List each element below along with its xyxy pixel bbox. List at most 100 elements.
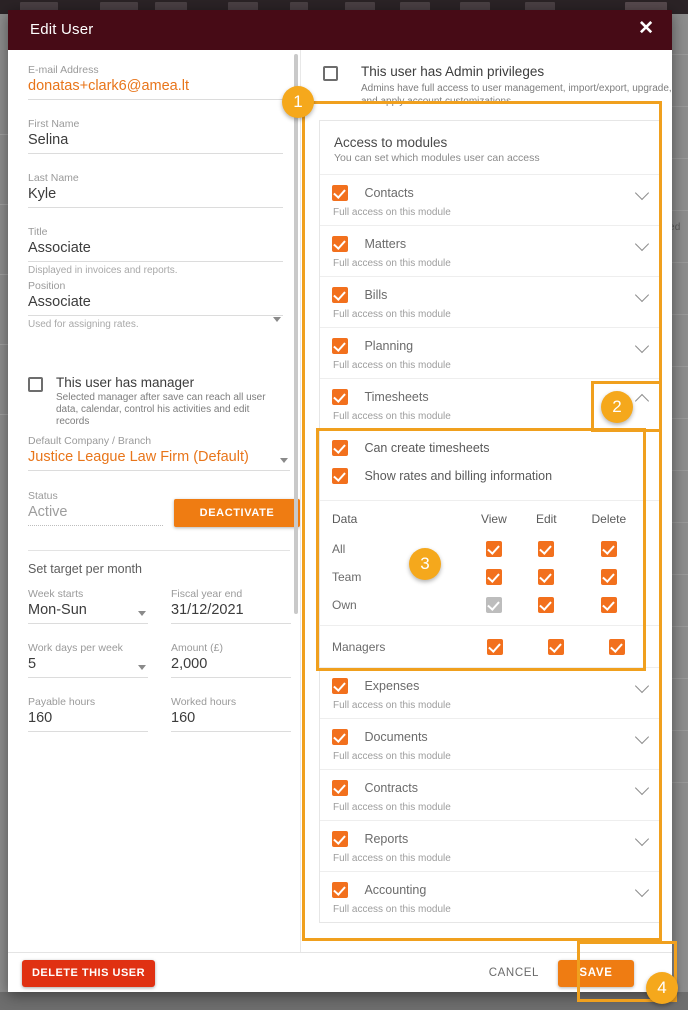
timesheets-option-row[interactable]: Show rates and billing information bbox=[320, 460, 660, 493]
option-label: Can create timesheets bbox=[364, 440, 490, 455]
view-cell bbox=[465, 591, 523, 619]
module-row[interactable]: Planning Full access on this module bbox=[320, 327, 660, 378]
module-checkbox[interactable] bbox=[332, 830, 348, 847]
edit-checkbox[interactable] bbox=[538, 540, 555, 557]
modules-header: Access to modules You can set which modu… bbox=[320, 121, 660, 174]
cancel-button[interactable]: CANCEL bbox=[489, 967, 539, 979]
view-checkbox[interactable] bbox=[485, 540, 502, 557]
timesheets-option-row[interactable]: Can create timesheets bbox=[320, 429, 660, 460]
delete-checkbox[interactable] bbox=[600, 596, 617, 613]
work-days-select[interactable]: Work days per week 5 bbox=[28, 642, 148, 678]
view-checkbox[interactable] bbox=[485, 568, 502, 585]
email-field[interactable]: E-mail Address donatas+clark6@amea.lt bbox=[28, 64, 283, 100]
view-cell[interactable] bbox=[465, 563, 523, 591]
chevron-down-icon[interactable] bbox=[634, 780, 650, 796]
module-checkbox[interactable] bbox=[332, 728, 348, 745]
annotation-badge-1: 1 bbox=[282, 86, 314, 118]
module-checkbox[interactable] bbox=[332, 779, 348, 796]
payable-hours-value: 160 bbox=[28, 710, 53, 726]
edit-checkbox[interactable] bbox=[538, 568, 555, 585]
admin-privileges-checkbox[interactable] bbox=[323, 66, 338, 81]
row-label: All bbox=[332, 542, 346, 556]
option-checkbox[interactable] bbox=[332, 439, 348, 456]
module-access-text: Full access on this module bbox=[333, 853, 451, 864]
module-row[interactable]: Accounting Full access on this module bbox=[320, 871, 660, 922]
annotation-badge-3: 3 bbox=[409, 548, 441, 580]
position-value: Associate bbox=[28, 294, 91, 310]
last-name-field[interactable]: Last Name Kyle bbox=[28, 172, 283, 208]
chevron-down-icon[interactable] bbox=[634, 831, 650, 847]
last-name-label: Last Name bbox=[28, 172, 79, 184]
manager-checkbox-row[interactable]: This user has manager Selected manager a… bbox=[28, 375, 283, 428]
chevron-down-icon[interactable] bbox=[634, 729, 650, 745]
chevron-down-icon[interactable] bbox=[634, 185, 650, 201]
delete-checkbox[interactable] bbox=[600, 540, 617, 557]
module-row[interactable]: Documents Full access on this module bbox=[320, 718, 660, 769]
view-cell[interactable] bbox=[465, 535, 523, 563]
module-row[interactable]: Contacts Full access on this module bbox=[320, 174, 660, 225]
delete-cell[interactable] bbox=[570, 591, 648, 619]
timesheets-detail-panel: Can create timesheets Show rates and bil… bbox=[320, 429, 660, 667]
delete-cell[interactable] bbox=[570, 563, 648, 591]
fiscal-year-end-label: Fiscal year end bbox=[171, 588, 243, 600]
edit-checkbox[interactable] bbox=[538, 596, 555, 613]
fiscal-year-end-field[interactable]: Fiscal year end 31/12/2021 bbox=[171, 588, 291, 624]
module-checkbox[interactable] bbox=[332, 286, 348, 303]
close-icon[interactable]: ✕ bbox=[638, 19, 654, 39]
dialog-header: Edit User ✕ bbox=[8, 10, 672, 50]
edit-cell[interactable] bbox=[523, 535, 570, 563]
amount-field[interactable]: Amount (£) 2,000 bbox=[171, 642, 291, 678]
edit-cell[interactable] bbox=[523, 591, 570, 619]
module-checkbox[interactable] bbox=[332, 235, 348, 252]
amount-value: 2,000 bbox=[171, 656, 208, 672]
delete-checkbox[interactable] bbox=[600, 568, 617, 585]
save-button[interactable]: SAVE bbox=[558, 960, 634, 987]
module-checkbox[interactable] bbox=[332, 677, 348, 694]
module-checkbox[interactable] bbox=[332, 881, 348, 898]
company-select[interactable]: Default Company / Branch Justice League … bbox=[28, 435, 290, 471]
module-name: Contacts bbox=[364, 185, 414, 200]
position-select[interactable]: Position Associate Used for assigning ra… bbox=[28, 280, 283, 330]
week-starts-select[interactable]: Week starts Mon-Sun bbox=[28, 588, 148, 624]
chevron-up-icon[interactable] bbox=[634, 393, 650, 409]
edit-cell[interactable] bbox=[526, 634, 587, 660]
title-field[interactable]: Title Associate Displayed in invoices an… bbox=[28, 226, 283, 276]
payable-hours-field[interactable]: Payable hours 160 bbox=[28, 696, 148, 732]
form-scrollbar[interactable] bbox=[294, 54, 298, 614]
chevron-down-icon[interactable] bbox=[634, 338, 650, 354]
first-name-value: Selina bbox=[28, 132, 69, 148]
worked-hours-field[interactable]: Worked hours 160 bbox=[171, 696, 291, 732]
module-checkbox[interactable] bbox=[332, 388, 348, 405]
module-row[interactable]: Matters Full access on this module bbox=[320, 225, 660, 276]
deactivate-button[interactable]: DEACTIVATE bbox=[174, 499, 300, 527]
target-section-title: Set target per month bbox=[28, 562, 142, 576]
module-checkbox[interactable] bbox=[332, 184, 348, 201]
module-row[interactable]: Expenses Full access on this module bbox=[320, 667, 660, 718]
option-checkbox[interactable] bbox=[332, 467, 348, 484]
view-cell[interactable] bbox=[465, 634, 526, 660]
edit-cell[interactable] bbox=[523, 563, 570, 591]
chevron-down-icon[interactable] bbox=[634, 236, 650, 252]
module-name: Matters bbox=[364, 236, 407, 251]
chevron-down-icon[interactable] bbox=[634, 882, 650, 898]
manager-checkbox[interactable] bbox=[28, 377, 43, 392]
chevron-down-icon[interactable] bbox=[634, 678, 650, 694]
module-row[interactable]: Reports Full access on this module bbox=[320, 820, 660, 871]
first-name-field[interactable]: First Name Selina bbox=[28, 118, 283, 154]
admin-privileges-row[interactable]: This user has Admin privileges Admins ha… bbox=[323, 64, 672, 107]
module-row[interactable]: Bills Full access on this module bbox=[320, 276, 660, 327]
edit-checkbox[interactable] bbox=[548, 638, 565, 655]
module-row[interactable]: Contracts Full access on this module bbox=[320, 769, 660, 820]
table-row: All bbox=[332, 535, 648, 563]
delete-cell[interactable] bbox=[587, 634, 648, 660]
delete-user-button[interactable]: DELETE THIS USER bbox=[22, 960, 155, 987]
delete-cell[interactable] bbox=[570, 535, 648, 563]
module-name: Reports bbox=[364, 831, 409, 846]
chevron-down-icon bbox=[138, 611, 146, 616]
view-checkbox[interactable] bbox=[487, 638, 504, 655]
chevron-down-icon[interactable] bbox=[634, 287, 650, 303]
module-access-text: Full access on this module bbox=[333, 360, 451, 371]
module-checkbox[interactable] bbox=[332, 337, 348, 354]
column-header-edit: Edit bbox=[535, 512, 557, 526]
delete-checkbox[interactable] bbox=[609, 638, 626, 655]
